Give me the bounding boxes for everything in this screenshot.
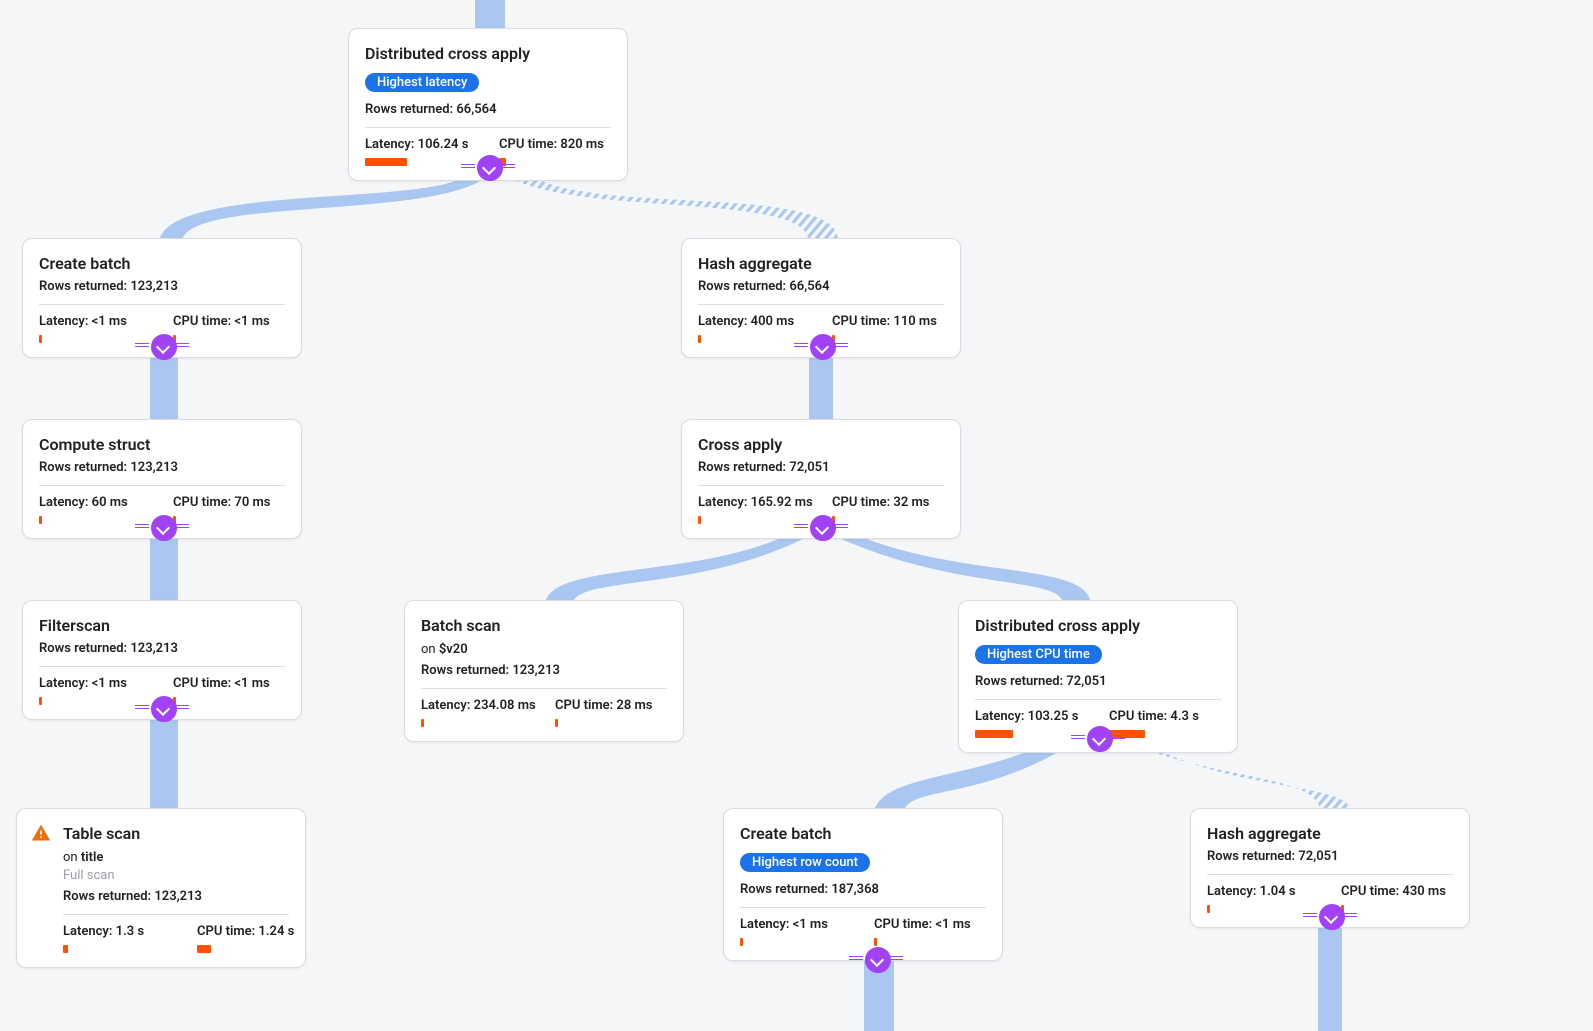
divider (39, 666, 285, 667)
cpu-metric: CPU time: 1.24 s (197, 923, 313, 953)
rows-returned: Rows returned: 123,213 (39, 460, 285, 475)
rows-returned: Rows returned: 72,051 (1207, 849, 1453, 864)
node-title: Cross apply (698, 434, 944, 456)
divider (740, 907, 986, 908)
divider (39, 304, 285, 305)
expand-toggle-n8[interactable] (1087, 726, 1113, 752)
node-title: Create batch (740, 823, 986, 845)
latency-metric: Latency: <1 ms (740, 916, 856, 946)
divider (698, 485, 944, 486)
edge-n11-out (1318, 913, 1342, 1031)
badge-highest-cpu: Highest CPU time (975, 645, 1102, 664)
rows-returned: Rows returned: 123,213 (39, 279, 285, 294)
latency-metric: Latency: 103.25 s (975, 708, 1091, 738)
node-title: Hash aggregate (1207, 823, 1453, 845)
node-title: Table scan (63, 823, 289, 845)
expand-toggle-n4[interactable] (151, 515, 177, 541)
divider (421, 688, 667, 689)
divider (975, 699, 1221, 700)
node-title: Distributed cross apply (365, 43, 611, 65)
latency-metric: Latency: 234.08 ms (421, 697, 537, 727)
badge-highest-latency: Highest latency (365, 73, 479, 92)
latency-metric: Latency: 165.92 ms (698, 494, 814, 524)
latency-metric: Latency: <1 ms (39, 675, 155, 705)
cpu-metric: CPU time: 820 ms (499, 136, 615, 166)
cpu-metric: CPU time: 28 ms (555, 697, 671, 727)
badge-highest-rows: Highest row count (740, 853, 870, 872)
node-title: Batch scan (421, 615, 667, 637)
divider (63, 914, 289, 915)
node-table-scan[interactable]: Table scan on title Full scan Rows retur… (16, 808, 306, 968)
node-title: Filterscan (39, 615, 285, 637)
expand-toggle-n10[interactable] (865, 947, 891, 973)
expand-toggle-n6[interactable] (151, 696, 177, 722)
rows-returned: Rows returned: 123,213 (63, 889, 289, 904)
rows-returned: Rows returned: 72,051 (975, 674, 1221, 689)
rows-returned: Rows returned: 187,368 (740, 882, 986, 897)
expand-toggle-n11[interactable] (1319, 904, 1345, 930)
node-title: Hash aggregate (698, 253, 944, 275)
node-batch-scan[interactable]: Batch scan on $v20 Rows returned: 123,21… (404, 600, 684, 742)
query-plan-canvas[interactable]: { "texts": { "on": "on", "rows_label": "… (0, 0, 1593, 1031)
rows-returned: Rows returned: 66,564 (365, 102, 611, 117)
cpu-metric: CPU time: <1 ms (874, 916, 990, 946)
latency-metric: Latency: 400 ms (698, 313, 814, 343)
cpu-metric: CPU time: <1 ms (173, 313, 289, 343)
cpu-metric: CPU time: 4.3 s (1109, 708, 1225, 738)
edge-in-n1 (475, 0, 505, 28)
warning-icon (31, 823, 51, 843)
latency-metric: Latency: 106.24 s (365, 136, 481, 166)
cpu-metric: CPU time: 32 ms (832, 494, 948, 524)
cpu-metric: CPU time: 70 ms (173, 494, 289, 524)
rows-returned: Rows returned: 72,051 (698, 460, 944, 475)
divider (698, 304, 944, 305)
node-title: Compute struct (39, 434, 285, 456)
latency-bar (365, 158, 407, 166)
latency-metric: Latency: 1.3 s (63, 923, 179, 953)
node-subnote: Full scan (63, 867, 289, 885)
latency-metric: Latency: 60 ms (39, 494, 155, 524)
rows-returned: Rows returned: 123,213 (421, 663, 667, 678)
divider (365, 127, 611, 128)
latency-metric: Latency: <1 ms (39, 313, 155, 343)
expand-toggle-n2[interactable] (151, 334, 177, 360)
divider (1207, 874, 1453, 875)
expand-toggle-n1[interactable] (477, 155, 503, 181)
expand-toggle-n5[interactable] (810, 515, 836, 541)
divider (39, 485, 285, 486)
node-create-batch-right[interactable]: Create batch Highest row count Rows retu… (723, 808, 1003, 961)
rows-returned: Rows returned: 66,564 (698, 279, 944, 294)
rows-returned: Rows returned: 123,213 (39, 641, 285, 656)
node-title: Create batch (39, 253, 285, 275)
node-on: on title (63, 849, 289, 867)
cpu-metric: CPU time: 110 ms (832, 313, 948, 343)
node-on: on $v20 (421, 641, 667, 659)
latency-metric: Latency: 1.04 s (1207, 883, 1323, 913)
cpu-metric: CPU time: 430 ms (1341, 883, 1457, 913)
node-title: Distributed cross apply (975, 615, 1221, 637)
cpu-metric: CPU time: <1 ms (173, 675, 289, 705)
expand-toggle-n3[interactable] (810, 334, 836, 360)
